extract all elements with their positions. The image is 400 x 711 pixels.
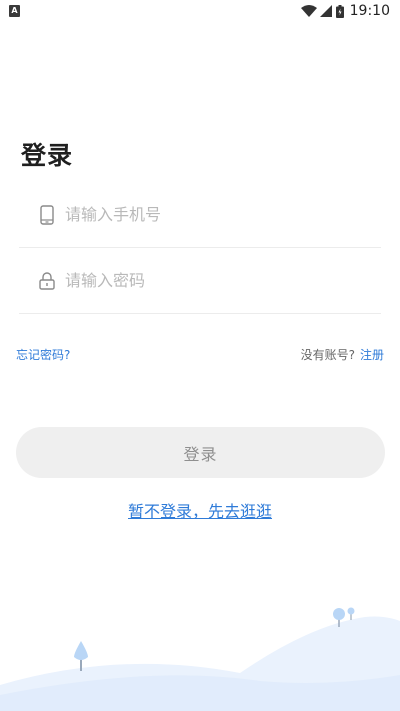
signal-icon (319, 5, 332, 17)
status-time: 19:10 (349, 3, 390, 19)
password-field[interactable] (19, 248, 381, 314)
no-account-text: 没有账号? (300, 348, 355, 362)
skip-login-link[interactable]: 暂不登录，先去逛逛 (128, 500, 272, 524)
status-bar: A 19:10 (0, 0, 400, 24)
notification-icon: A (9, 5, 20, 17)
status-icons: 19:10 (300, 0, 390, 22)
battery-icon (335, 4, 344, 18)
hills-illustration (0, 607, 400, 711)
tree-left-icon (74, 641, 88, 671)
forgot-password-link[interactable]: 忘记密码? (16, 346, 70, 363)
login-button[interactable]: 登录 (16, 427, 385, 478)
wifi-icon (300, 5, 317, 17)
page-title: 登录 (21, 141, 74, 170)
password-input[interactable] (65, 265, 365, 296)
phone-icon (35, 203, 59, 227)
phone-input[interactable] (65, 199, 365, 230)
register-row: 没有账号? 注册 (301, 346, 384, 363)
lock-icon (35, 269, 59, 293)
phone-field[interactable] (19, 182, 381, 248)
register-link[interactable]: 注册 (360, 346, 384, 363)
